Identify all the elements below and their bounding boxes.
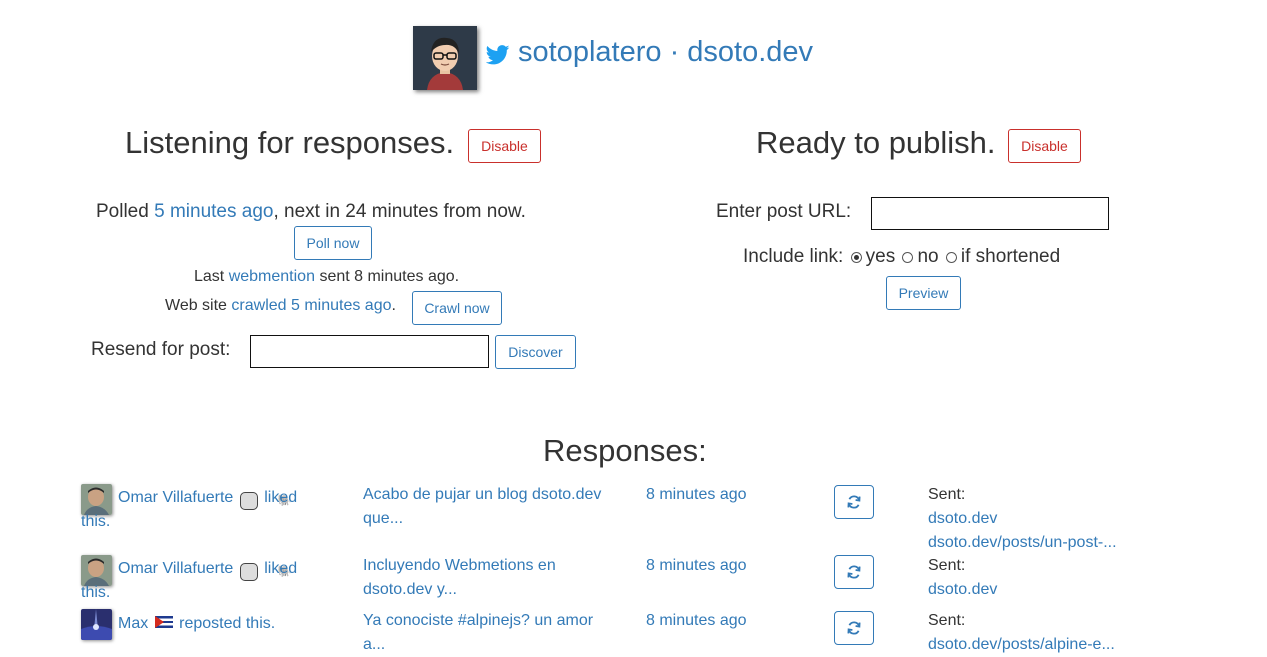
mastodon-icon: 🐘 [239,563,291,581]
refresh-icon [847,495,861,509]
response-post-link[interactable]: Incluyendo Webmetions en dsoto.dev y... [363,554,633,602]
response-author-line: Omar Villafuerte 🐘 liked this. [81,557,321,605]
post-url-input[interactable] [871,197,1109,230]
webmention-link[interactable]: webmention [229,268,315,285]
post-url-label: Enter post URL: [716,201,852,222]
listen-heading: Listening for responses. [125,125,455,160]
radio-shortened-label: if shortened [960,246,1061,267]
crawl-status: Web site crawled 5 minutes ago. [165,297,396,314]
polled-status: Polled 5 minutes ago, next in 24 minutes… [96,201,526,222]
include-link-row: Include link: yes no if shortened [743,246,1060,268]
sent-link[interactable]: dsoto.dev/posts/un-post-... [928,534,1117,551]
discover-button[interactable]: Discover [495,335,576,369]
radio-shortened[interactable] [945,252,957,263]
site-link[interactable]: dsoto.dev [687,36,813,68]
sent-link[interactable]: dsoto.dev [928,510,997,527]
sent-info: Sent: dsoto.dev [928,557,998,598]
response-time-link[interactable]: 8 minutes ago [646,554,747,578]
polled-time-link[interactable]: 5 minutes ago [154,201,273,222]
crawled-link[interactable]: crawled 5 minutes ago [231,297,391,314]
response-post-link[interactable]: Ya conociste #alpinejs? un amor a... [363,609,633,657]
header-separator: · [669,36,680,68]
refresh-button[interactable] [834,555,874,589]
sent-info: Sent: dsoto.dev/posts/alpine-e... [928,612,1115,653]
radio-no[interactable] [902,252,914,263]
responses-heading: Responses: [543,433,707,468]
action-link[interactable]: reposted this. [179,615,275,632]
publish-disable-button[interactable]: Disable [1008,129,1081,163]
sent-link[interactable]: dsoto.dev [928,581,997,598]
response-author-line: Max reposted this. [81,612,321,636]
mastodon-icon: 🐘 [239,492,291,510]
cuba-flag-icon [154,616,173,628]
resend-post-input[interactable] [250,335,489,368]
username-link[interactable]: sotoplatero [518,36,662,68]
radio-yes[interactable] [850,252,862,263]
header-title: sotoplatero · dsoto.dev [518,36,813,69]
resend-label: Resend for post: [91,339,231,360]
poll-now-button[interactable]: Poll now [294,226,372,260]
author-link[interactable]: Omar Villafuerte [118,489,233,506]
refresh-icon [847,621,861,635]
sent-link[interactable]: dsoto.dev/posts/alpine-e... [928,636,1115,653]
last-webmention-status: Last webmention sent 8 minutes ago. [194,268,460,285]
include-link-label: Include link: [743,246,844,267]
crawl-now-button[interactable]: Crawl now [412,291,502,325]
refresh-icon [847,565,861,579]
refresh-button[interactable] [834,611,874,645]
refresh-button[interactable] [834,485,874,519]
publish-heading: Ready to publish. [756,125,996,160]
radio-yes-label: yes [865,246,896,267]
sent-info: Sent: dsoto.dev dsoto.dev/posts/un-post-… [928,486,1117,551]
listen-disable-button[interactable]: Disable [468,129,541,163]
response-time-link[interactable]: 8 minutes ago [646,609,747,633]
response-post-link[interactable]: Acabo de pujar un blog dsoto.dev que... [363,483,633,531]
response-author-line: Omar Villafuerte 🐘 liked this. [81,486,321,534]
author-link[interactable]: Max [118,615,148,632]
preview-button[interactable]: Preview [886,276,961,310]
response-time-link[interactable]: 8 minutes ago [646,483,747,507]
author-link[interactable]: Omar Villafuerte [118,560,233,577]
radio-no-label: no [917,246,939,267]
twitter-icon [485,45,510,70]
profile-avatar[interactable] [413,26,477,90]
